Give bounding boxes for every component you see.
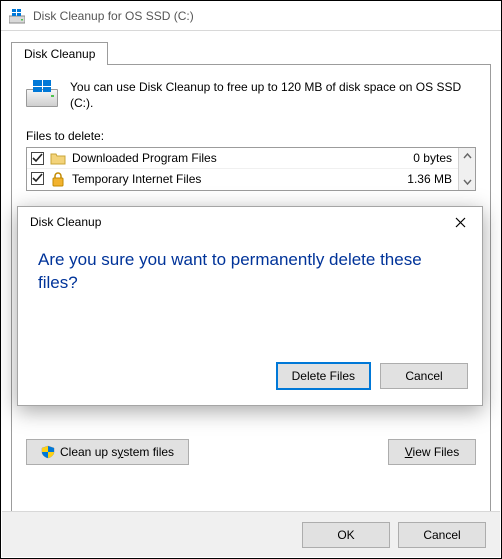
view-files-button[interactable]: View Files (388, 439, 476, 465)
cancel-button[interactable]: Cancel (398, 522, 486, 548)
tab-label: Disk Cleanup (24, 47, 95, 61)
tab-disk-cleanup[interactable]: Disk Cleanup (11, 42, 108, 65)
modal-title: Disk Cleanup (30, 215, 101, 229)
window-title: Disk Cleanup for OS SSD (C:) (33, 9, 194, 23)
drive-cleanup-icon (9, 8, 25, 24)
file-row[interactable]: Temporary Internet Files 1.36 MB (27, 168, 458, 188)
scroll-down-button[interactable] (459, 173, 475, 190)
info-row: You can use Disk Cleanup to free up to 1… (26, 75, 476, 125)
button-label: Delete Files (292, 369, 355, 383)
cleanup-system-files-button[interactable]: Clean up system files (26, 439, 189, 465)
button-label: Cancel (405, 369, 442, 383)
checkbox[interactable] (31, 152, 44, 165)
scroll-track[interactable] (459, 165, 475, 173)
checkbox[interactable] (31, 172, 44, 185)
folder-icon (50, 150, 66, 166)
button-label: Clean up system files (60, 445, 174, 459)
files-list: Downloaded Program Files 0 bytes Tempora… (26, 147, 476, 191)
tab-strip: Disk Cleanup (11, 41, 491, 65)
dialog-footer: OK Cancel (2, 511, 500, 557)
modal-titlebar: Disk Cleanup (18, 207, 482, 237)
button-label: OK (337, 528, 354, 542)
drive-icon (26, 79, 58, 111)
info-text: You can use Disk Cleanup to free up to 1… (70, 79, 476, 111)
delete-files-button[interactable]: Delete Files (277, 363, 370, 389)
file-row-label: Downloaded Program Files (72, 151, 386, 165)
button-label: View Files (405, 445, 459, 459)
close-button[interactable] (446, 211, 474, 233)
window-titlebar: Disk Cleanup for OS SSD (C:) (1, 1, 501, 31)
shield-icon (41, 445, 55, 459)
modal-message: Are you sure you want to permanently del… (18, 237, 482, 357)
file-row-label: Temporary Internet Files (72, 172, 386, 186)
lock-icon (50, 171, 66, 187)
button-label: Cancel (423, 528, 460, 542)
modal-cancel-button[interactable]: Cancel (380, 363, 468, 389)
scrollbar[interactable] (458, 148, 475, 190)
ok-button[interactable]: OK (302, 522, 390, 548)
file-row[interactable]: Downloaded Program Files 0 bytes (27, 148, 458, 168)
file-row-size: 1.36 MB (392, 172, 452, 186)
file-row-size: 0 bytes (392, 151, 452, 165)
confirm-dialog: Disk Cleanup Are you sure you want to pe… (17, 206, 483, 406)
scroll-up-button[interactable] (459, 148, 475, 165)
modal-footer: Delete Files Cancel (18, 357, 482, 405)
files-to-delete-label: Files to delete: (26, 129, 476, 143)
close-icon (455, 217, 466, 228)
